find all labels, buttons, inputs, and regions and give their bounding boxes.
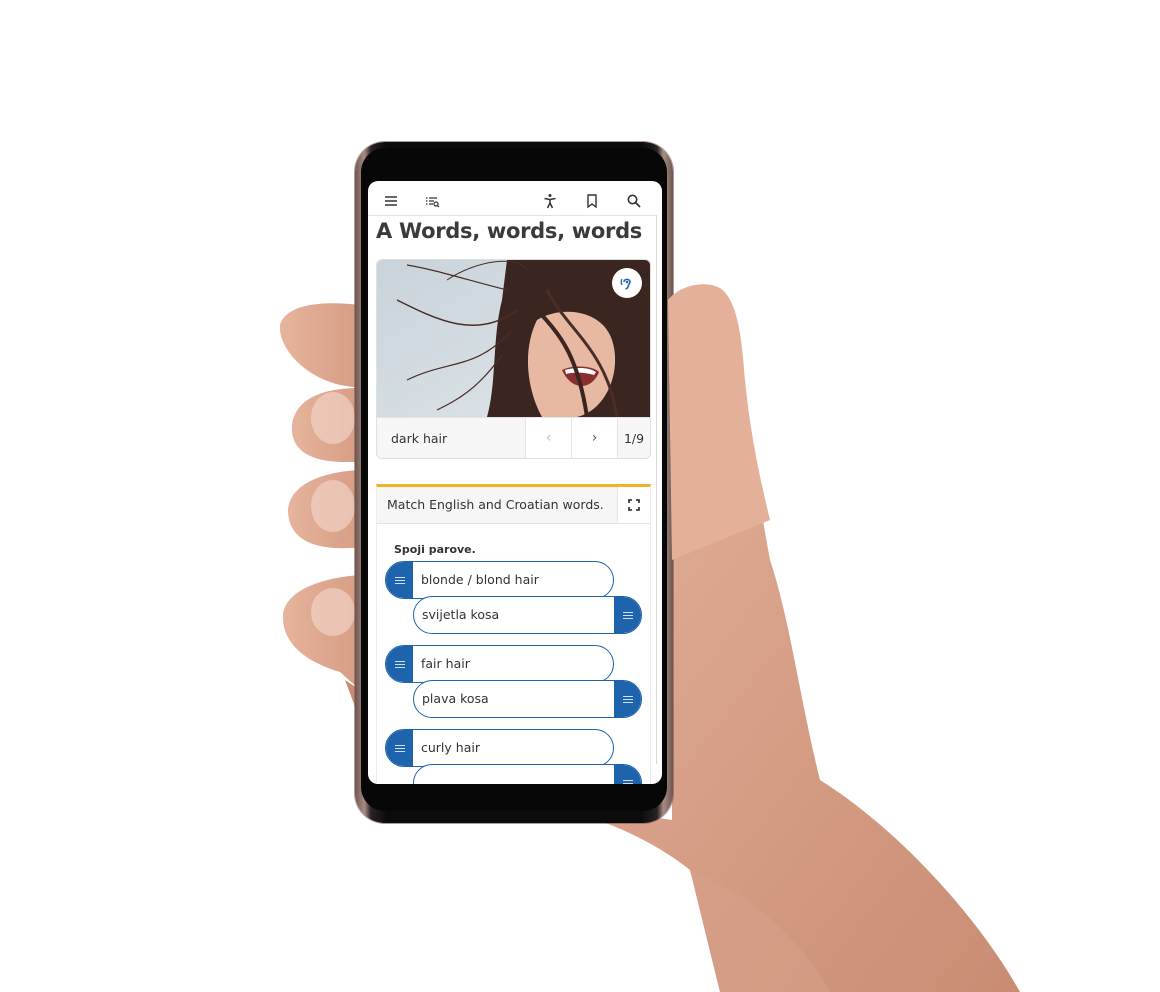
hearing-icon xyxy=(620,278,631,290)
listen-button[interactable] xyxy=(612,268,642,298)
exercise-title: Match English and Croatian words. xyxy=(387,497,604,512)
english-word-label: fair hair xyxy=(421,656,470,671)
croatian-word-item[interactable]: plava kosa xyxy=(413,680,642,718)
drag-handle[interactable] xyxy=(614,765,641,784)
gallery-photo xyxy=(377,260,650,417)
phone-screen: A Words, words, words dark hair ‹ › 1/9 … xyxy=(368,181,662,784)
exercise-instruction: Spoji parove. xyxy=(394,543,476,556)
croatian-word-item[interactable] xyxy=(413,764,642,784)
croatian-word-label: svijetla kosa xyxy=(422,607,500,622)
drag-grip-icon xyxy=(622,695,633,703)
fullscreen-button[interactable] xyxy=(617,487,650,523)
drag-handle[interactable] xyxy=(614,597,641,633)
bookmark-icon[interactable] xyxy=(584,193,600,209)
scrollbar[interactable] xyxy=(656,215,657,764)
page-title: A Words, words, words xyxy=(376,219,643,243)
english-word-item[interactable]: curly hair xyxy=(385,729,614,767)
drag-handle[interactable] xyxy=(386,562,413,598)
drag-grip-icon xyxy=(622,611,633,619)
drag-grip-icon xyxy=(394,660,405,668)
exercise-header: Match English and Croatian words. xyxy=(377,487,650,524)
fullscreen-icon xyxy=(628,499,640,511)
image-caption: dark hair xyxy=(391,431,448,446)
image-counter: 1/9 xyxy=(617,418,650,458)
croatian-word-label: plava kosa xyxy=(422,691,489,706)
gallery-caption-row: dark hair ‹ › 1/9 xyxy=(377,417,650,458)
drag-grip-icon xyxy=(622,779,633,784)
english-word-label: blonde / blond hair xyxy=(421,572,539,587)
english-word-item[interactable]: fair hair xyxy=(385,645,614,683)
croatian-word-item[interactable]: svijetla kosa xyxy=(413,596,642,634)
drag-handle[interactable] xyxy=(614,681,641,717)
next-image-button[interactable]: › xyxy=(571,418,617,458)
search-icon[interactable] xyxy=(626,193,642,209)
english-word-label: curly hair xyxy=(421,740,480,755)
drag-grip-icon xyxy=(394,744,405,752)
image-gallery-card: dark hair ‹ › 1/9 xyxy=(376,259,651,459)
menu-icon[interactable] xyxy=(383,193,399,209)
matching-exercise: Match English and Croatian words. Spoji … xyxy=(376,484,651,784)
drag-grip-icon xyxy=(394,576,405,584)
previous-image-button[interactable]: ‹ xyxy=(525,418,571,458)
top-toolbar xyxy=(368,181,656,216)
english-word-item[interactable]: blonde / blond hair xyxy=(385,561,614,599)
accessibility-icon[interactable] xyxy=(542,193,558,209)
drag-handle[interactable] xyxy=(386,646,413,682)
table-of-contents-search-icon[interactable] xyxy=(424,193,440,209)
drag-handle[interactable] xyxy=(386,730,413,766)
